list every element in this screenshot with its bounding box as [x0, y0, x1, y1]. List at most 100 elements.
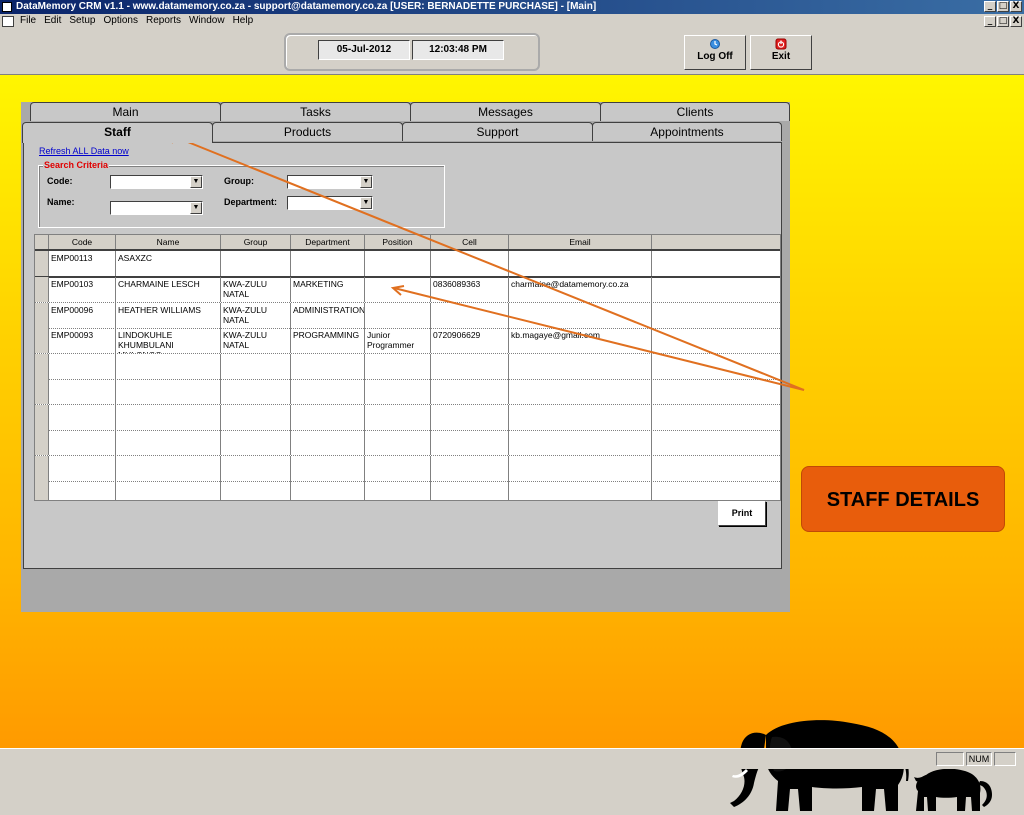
cell-code[interactable]: EMP00093 — [49, 328, 116, 353]
column-header-position[interactable]: Position — [365, 235, 431, 249]
cell-email[interactable] — [509, 404, 652, 430]
print-button[interactable]: Print — [718, 501, 766, 526]
chevron-down-icon[interactable]: ▼ — [190, 202, 202, 214]
cell-name[interactable] — [116, 404, 221, 430]
chevron-down-icon[interactable]: ▼ — [360, 197, 372, 209]
cell-group[interactable] — [221, 481, 291, 500]
tab-messages[interactable]: Messages — [410, 102, 601, 121]
cell-email[interactable] — [509, 302, 652, 328]
column-header-cell[interactable]: Cell — [431, 235, 509, 249]
row-selector[interactable] — [35, 455, 49, 481]
log-off-button[interactable]: Log Off — [684, 35, 746, 70]
cell-email[interactable] — [509, 481, 652, 500]
code-combo[interactable]: ▼ — [110, 175, 203, 189]
cell-email[interactable] — [509, 251, 652, 276]
cell-department[interactable] — [291, 353, 365, 379]
cell-group[interactable] — [221, 455, 291, 481]
name-combo[interactable]: ▼ — [110, 201, 203, 215]
cell-email[interactable] — [509, 455, 652, 481]
cell-group[interactable]: KWA-ZULU NATAL — [221, 302, 291, 328]
cell-code[interactable]: EMP00113 — [49, 251, 116, 276]
menu-reports[interactable]: Reports — [146, 15, 181, 26]
table-row[interactable]: EMP00113 ASAXZC — [35, 251, 780, 278]
menu-edit[interactable]: Edit — [44, 15, 61, 26]
child-restore-button[interactable]: □ — [997, 16, 1009, 27]
maximize-button[interactable]: □ — [997, 1, 1009, 12]
cell-department[interactable] — [291, 251, 365, 276]
cell-position[interactable] — [365, 455, 431, 481]
cell-code[interactable] — [49, 455, 116, 481]
table-row[interactable] — [35, 404, 780, 431]
row-selector[interactable] — [35, 481, 49, 500]
column-header-group[interactable]: Group — [221, 235, 291, 249]
cell-name[interactable] — [116, 353, 221, 379]
cell-email[interactable] — [509, 430, 652, 455]
tab-appointments[interactable]: Appointments — [592, 122, 782, 141]
menu-options[interactable]: Options — [104, 15, 138, 26]
column-header-department[interactable]: Department — [291, 235, 365, 249]
table-row[interactable] — [35, 353, 780, 380]
cell-cell[interactable] — [431, 404, 509, 430]
cell-position[interactable] — [365, 277, 431, 302]
department-combo[interactable]: ▼ — [287, 196, 373, 210]
cell-name[interactable] — [116, 455, 221, 481]
cell-cell[interactable]: 0720906629 — [431, 328, 509, 353]
cell-code[interactable] — [49, 353, 116, 379]
row-selector[interactable] — [35, 277, 49, 302]
cell-cell[interactable] — [431, 353, 509, 379]
tab-support[interactable]: Support — [402, 122, 593, 141]
menu-setup[interactable]: Setup — [69, 15, 95, 26]
cell-code[interactable]: EMP00096 — [49, 302, 116, 328]
tab-tasks[interactable]: Tasks — [220, 102, 411, 121]
table-row[interactable] — [35, 430, 780, 456]
column-header-name[interactable]: Name — [116, 235, 221, 249]
cell-position[interactable] — [365, 481, 431, 500]
cell-name[interactable]: CHARMAINE LESCH — [116, 277, 221, 302]
cell-cell[interactable] — [431, 430, 509, 455]
cell-department[interactable] — [291, 379, 365, 404]
row-selector[interactable] — [35, 430, 49, 455]
cell-department[interactable] — [291, 481, 365, 500]
cell-position[interactable]: Junior Programmer — [365, 328, 431, 353]
table-row[interactable] — [35, 481, 780, 500]
cell-department[interactable] — [291, 430, 365, 455]
mdi-window-icon[interactable] — [2, 16, 14, 27]
cell-department[interactable]: PROGRAMMING — [291, 328, 365, 353]
cell-email[interactable]: kb.magaye@gmail.com — [509, 328, 652, 353]
cell-position[interactable] — [365, 404, 431, 430]
menu-help[interactable]: Help — [233, 15, 254, 26]
cell-position[interactable] — [365, 430, 431, 455]
cell-group[interactable] — [221, 430, 291, 455]
table-row[interactable] — [35, 379, 780, 405]
tab-main[interactable]: Main — [30, 102, 221, 121]
child-minimize-button[interactable]: _ — [984, 16, 996, 27]
cell-name[interactable]: HEATHER WILLIAMS — [116, 302, 221, 328]
cell-name[interactable]: LINDOKUHLE KHUMBULANI MHLONGO — [116, 328, 221, 353]
cell-group[interactable] — [221, 404, 291, 430]
cell-cell[interactable] — [431, 379, 509, 404]
row-selector[interactable] — [35, 302, 49, 328]
exit-button[interactable]: Exit — [750, 35, 812, 70]
table-row[interactable] — [35, 455, 780, 482]
chevron-down-icon[interactable]: ▼ — [360, 176, 372, 188]
cell-group[interactable] — [221, 379, 291, 404]
cell-group[interactable]: KWA-ZULU NATAL — [221, 328, 291, 353]
menu-file[interactable]: File — [20, 15, 36, 26]
table-row[interactable]: EMP00093LINDOKUHLE KHUMBULANI MHLONGOKWA… — [35, 328, 780, 354]
cell-name[interactable] — [116, 430, 221, 455]
cell-cell[interactable]: 0836089363 — [431, 277, 509, 302]
cell-position[interactable] — [365, 251, 431, 276]
column-header-code[interactable]: Code — [49, 235, 116, 249]
cell-position[interactable] — [365, 379, 431, 404]
cell-department[interactable] — [291, 455, 365, 481]
cell-code[interactable] — [49, 430, 116, 455]
cell-position[interactable] — [365, 353, 431, 379]
cell-group[interactable] — [221, 353, 291, 379]
row-selector[interactable] — [35, 379, 49, 404]
child-close-button[interactable]: X — [1010, 16, 1022, 27]
table-row[interactable]: EMP00096 HEATHER WILLIAMS KWA-ZULU NATAL AD… — [35, 302, 780, 329]
tab-clients[interactable]: Clients — [600, 102, 790, 121]
cell-cell[interactable] — [431, 481, 509, 500]
tab-staff[interactable]: Staff — [22, 122, 213, 143]
cell-email[interactable]: charmaine@datamemory.co.za — [509, 277, 652, 302]
